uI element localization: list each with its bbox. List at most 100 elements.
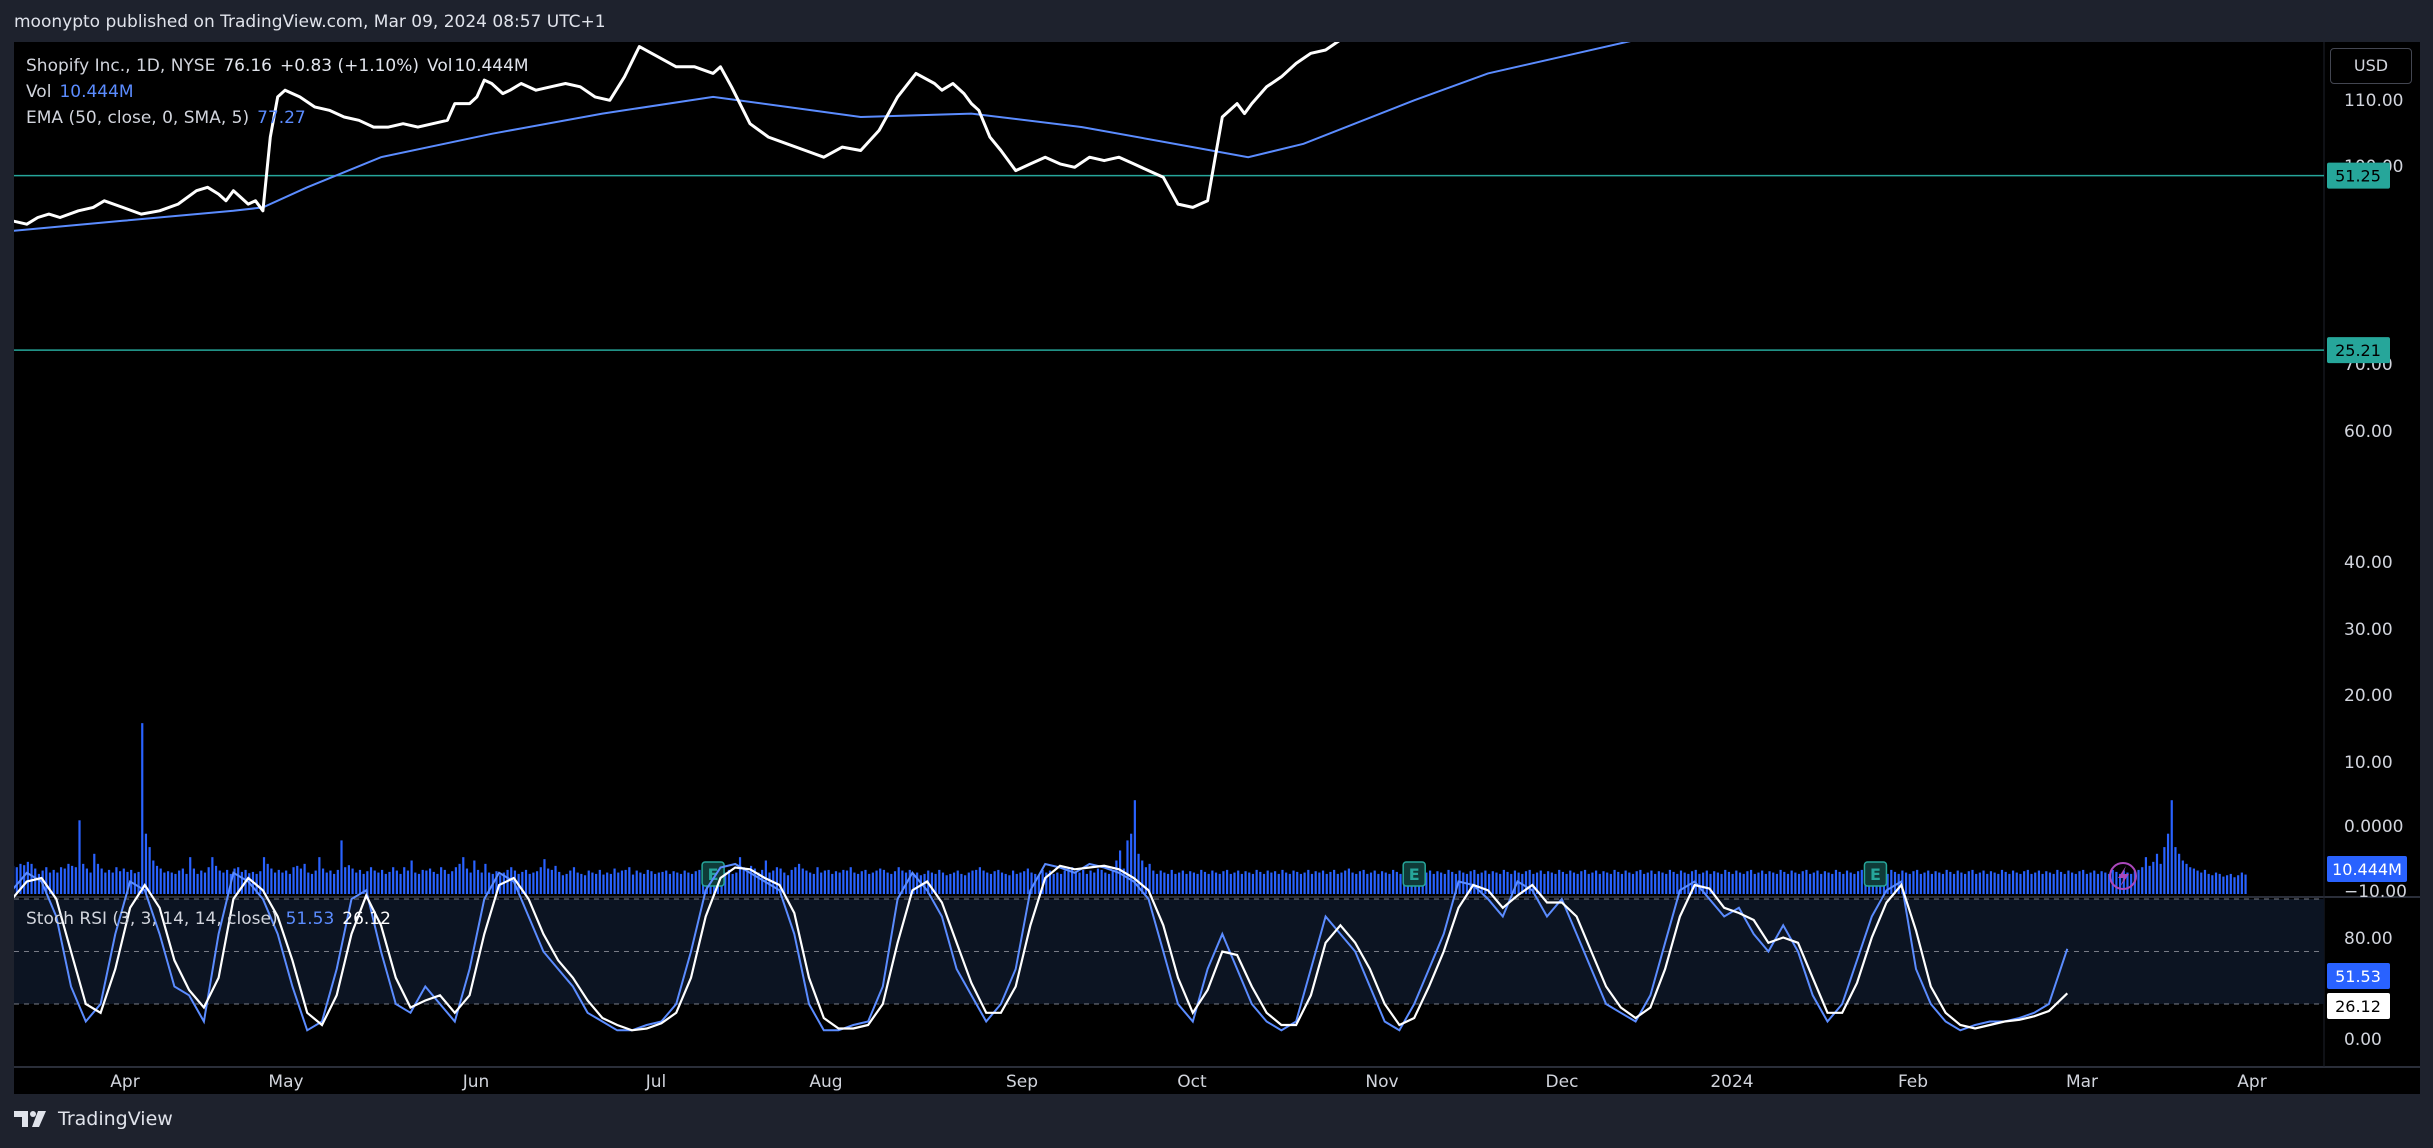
volume-bar xyxy=(1595,870,1598,894)
volume-bar xyxy=(388,871,391,894)
volume-bar xyxy=(1683,872,1686,894)
legend-row-ema: EMA (50, close, 0, SMA, 5) 77.27 xyxy=(26,105,529,131)
volume-bar xyxy=(1997,873,2000,894)
volume-bar xyxy=(1011,870,1015,894)
volume-bar xyxy=(1240,873,1243,894)
volume-bar xyxy=(2170,800,2173,894)
volume-bar xyxy=(1111,871,1114,894)
volume-bar xyxy=(1126,840,1129,894)
volume-bar xyxy=(2130,873,2133,894)
volume-bar xyxy=(868,873,871,894)
volume-bar xyxy=(321,868,325,894)
volume-bar xyxy=(1351,872,1354,894)
volume-bar xyxy=(952,872,956,894)
volume-bar xyxy=(174,873,177,894)
volume-bar xyxy=(454,867,457,894)
chart-svg[interactable]: 110.00100.0070.0060.0040.0030.0020.0010.… xyxy=(14,42,2420,1094)
volume-bar xyxy=(886,872,889,894)
volume-bar xyxy=(1008,875,1011,894)
volume-bar xyxy=(657,872,660,894)
volume-bar xyxy=(1927,870,1930,894)
currency-button[interactable]: USD xyxy=(2330,48,2412,84)
volume-bar xyxy=(1358,871,1362,894)
volume-bar xyxy=(1561,871,1564,894)
volume-bar xyxy=(1635,871,1638,894)
volume-bar xyxy=(587,870,590,894)
volume-bar xyxy=(277,869,280,894)
volume-bar xyxy=(842,869,845,894)
volume-bar xyxy=(1340,872,1343,894)
volume-bar xyxy=(2226,875,2229,894)
volume-bar xyxy=(2056,869,2059,894)
volume-bar xyxy=(1949,871,1952,894)
volume-bar xyxy=(834,871,838,894)
volume-bar xyxy=(2196,870,2199,894)
volume-bar xyxy=(336,869,339,894)
volume-bar xyxy=(646,869,649,894)
volume-bar xyxy=(2244,874,2247,894)
volume-bar xyxy=(860,871,863,894)
volume-bar xyxy=(1794,872,1797,894)
volume-bar xyxy=(580,873,583,894)
volume-bar xyxy=(1318,872,1321,894)
volume-bar xyxy=(1964,873,1967,894)
volume-bar xyxy=(417,873,421,894)
volume-bar xyxy=(2181,860,2184,894)
tradingview-logo[interactable]: TradingView xyxy=(14,1108,173,1130)
volume-bar xyxy=(1971,869,1974,894)
volume-bar xyxy=(1783,871,1786,894)
volume-bar xyxy=(93,853,96,894)
volume-bar xyxy=(196,873,199,894)
volume-bar xyxy=(1392,869,1395,894)
volume-bar xyxy=(1100,869,1103,894)
volume-bar xyxy=(1661,872,1664,894)
volume-bar xyxy=(1181,870,1184,894)
volume-bar xyxy=(1333,869,1336,894)
volume-bar xyxy=(1572,872,1576,894)
volume-bar xyxy=(1587,873,1590,894)
volume-bar xyxy=(1543,873,1546,894)
volume-bar xyxy=(2078,871,2081,894)
volume-bar xyxy=(1089,870,1092,894)
volume-bar xyxy=(1845,870,1849,894)
volume-bar xyxy=(318,857,321,894)
volume-bar xyxy=(1296,871,1299,894)
volume-bar xyxy=(214,865,218,894)
volume-bar xyxy=(1576,873,1579,894)
volume-bar xyxy=(159,868,162,894)
volume-bar xyxy=(262,857,266,894)
volume-bar xyxy=(971,870,974,894)
volume-bar xyxy=(152,860,155,894)
volume-bar xyxy=(1130,833,1133,894)
volume-bar xyxy=(989,873,993,894)
volume-bar xyxy=(1273,871,1277,894)
volume-bar xyxy=(1336,873,1339,894)
volume-bar xyxy=(1510,873,1513,894)
time-axis-label: Sep xyxy=(1006,1072,1038,1092)
volume-bar xyxy=(1735,870,1738,894)
volume-bar xyxy=(820,872,823,894)
volume-bar xyxy=(465,868,469,894)
rsi-k-value: 51.53 xyxy=(285,909,335,929)
price-axis-tick: 20.00 xyxy=(2344,686,2393,706)
volume-bar xyxy=(967,872,970,894)
volume-bar xyxy=(1580,871,1583,894)
chart-frame[interactable]: 110.00100.0070.0060.0040.0030.0020.0010.… xyxy=(14,42,2420,1094)
volume-bar xyxy=(1986,873,1989,894)
volume-bar xyxy=(908,869,911,894)
volume-bar xyxy=(624,869,627,894)
volume-bar xyxy=(1772,872,1775,894)
volume-bar xyxy=(373,870,376,894)
volume-bar xyxy=(853,872,856,894)
volume-bar xyxy=(1362,869,1365,894)
vol-label: Vol xyxy=(26,82,52,102)
inline-vol-value: 10.444M xyxy=(454,56,529,76)
volume-bar xyxy=(2237,875,2240,894)
volume-bar xyxy=(1373,870,1376,894)
volume-bar xyxy=(1860,869,1863,894)
volume-bar xyxy=(1890,869,1893,894)
volume-bar xyxy=(1019,872,1022,894)
volume-bar xyxy=(1591,872,1594,894)
volume-bar xyxy=(631,874,635,894)
volume-bar xyxy=(1432,873,1435,894)
